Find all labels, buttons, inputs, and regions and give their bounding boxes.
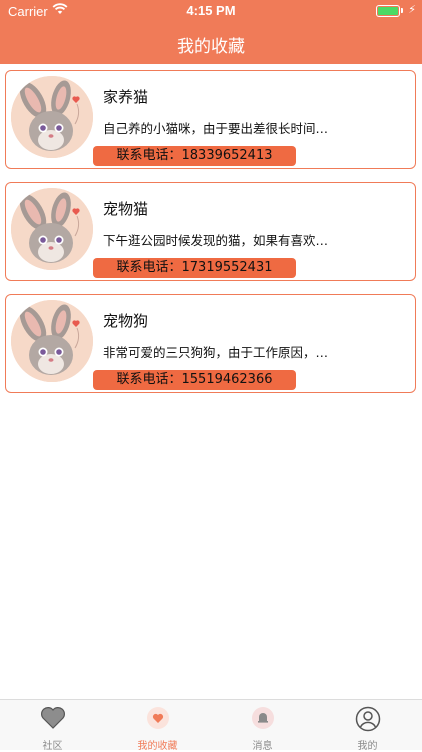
favorite-heart-icon	[146, 706, 170, 734]
pet-description: 下午逛公园时候发现的猫，如果有喜欢…	[103, 233, 329, 248]
favorite-card[interactable]: 家养猫 自己养的小猫咪，由于要出差很长时间… 联系电话：18339652413	[5, 70, 416, 169]
status-time: 4:15 PM	[186, 3, 236, 18]
bunny-avatar-image	[11, 188, 93, 270]
favorite-card[interactable]: 宠物狗 非常可爱的三只狗狗，由于工作原因，… 联系电话：15519462366	[5, 294, 416, 393]
pet-description: 非常可爱的三只狗狗，由于工作原因，…	[103, 345, 329, 360]
status-bar: Carrier 4:15 PM ⚡	[0, 0, 422, 22]
pet-name: 宠物猫	[103, 200, 149, 218]
contact-phone-button[interactable]: 联系电话：18339652413	[93, 146, 296, 166]
tab-messages[interactable]: 消息	[210, 700, 315, 752]
bunny-avatar-image	[11, 300, 93, 382]
tab-favorites[interactable]: 我的收藏	[105, 700, 210, 752]
bunny-avatar-image	[11, 76, 93, 158]
heart-icon	[40, 706, 66, 734]
pet-description: 自己养的小猫咪，由于要出差很长时间…	[103, 121, 329, 136]
battery-tip	[401, 8, 403, 13]
tab-community[interactable]: 社区	[0, 700, 105, 752]
favorites-list: 家养猫 自己养的小猫咪，由于要出差很长时间… 联系电话：18339652413 …	[5, 70, 416, 406]
charging-bolt-icon: ⚡	[408, 3, 416, 16]
favorite-card[interactable]: 宠物猫 下午逛公园时候发现的猫，如果有喜欢… 联系电话：17319552431	[5, 182, 416, 281]
pet-name: 宠物狗	[103, 312, 149, 330]
contact-phone-button[interactable]: 联系电话：17319552431	[93, 258, 296, 278]
tab-bar: 社区 我的收藏 消息 我的	[0, 699, 422, 752]
pet-name: 家养猫	[103, 88, 149, 106]
page-title: 我的收藏	[177, 37, 245, 57]
bell-icon	[251, 706, 275, 734]
contact-phone-button[interactable]: 联系电话：15519462366	[93, 370, 296, 390]
tab-profile[interactable]: 我的	[315, 700, 420, 752]
nav-header: Carrier 4:15 PM ⚡ 我的收藏	[0, 0, 422, 64]
user-icon	[355, 706, 381, 736]
battery-icon	[376, 5, 400, 17]
